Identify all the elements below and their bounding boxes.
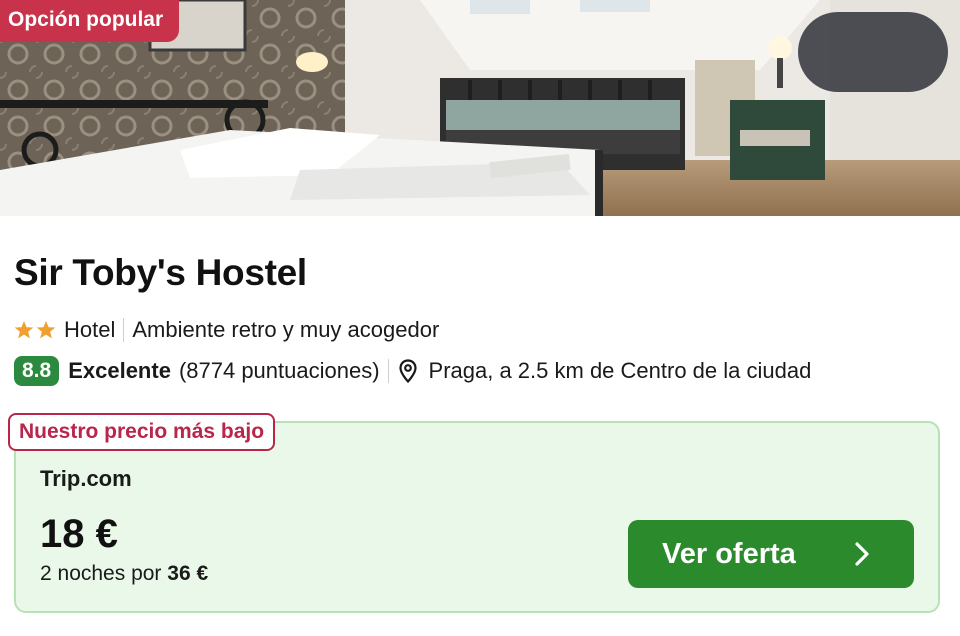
location-text[interactable]: Praga, a 2.5 km de Centro de la ciudad bbox=[429, 358, 812, 384]
score-badge: 8.8 bbox=[14, 356, 60, 386]
photo-actions bbox=[798, 12, 948, 92]
total-price: 36 € bbox=[167, 562, 209, 585]
nightly-price: 18 € bbox=[40, 512, 118, 556]
review-count: (8774 puntuaciones) bbox=[178, 358, 380, 383]
divider bbox=[387, 359, 389, 383]
hotel-tagline: Ambiente retro y muy acogedor bbox=[132, 317, 440, 342]
heart-icon bbox=[798, 12, 960, 216]
total-price-line: 2 noches por 36 € bbox=[40, 562, 208, 586]
star-rating bbox=[14, 320, 56, 340]
hotel-meta: Hotel Ambiente retro y muy acogedor bbox=[14, 316, 439, 344]
location-pin-icon bbox=[398, 359, 417, 383]
divider bbox=[123, 318, 125, 342]
lowest-price-tag: Nuestro precio más bajo bbox=[8, 413, 276, 451]
rating-location: 8.8 Excelente (8774 puntuaciones) Praga,… bbox=[14, 356, 811, 386]
hotel-photo[interactable]: Opción popular bbox=[0, 0, 960, 216]
popular-badge: Opción popular bbox=[0, 0, 180, 42]
rating-label: Excelente bbox=[68, 358, 171, 383]
view-offer-button[interactable]: Ver oferta bbox=[628, 520, 914, 588]
offer-provider: Trip.com bbox=[40, 466, 132, 491]
nights-label: 2 noches por bbox=[40, 562, 162, 585]
view-offer-label: Ver oferta bbox=[662, 537, 796, 570]
star-icon bbox=[36, 321, 56, 339]
star-icon bbox=[14, 321, 34, 339]
hotel-type: Hotel bbox=[64, 317, 116, 342]
favorite-button[interactable] bbox=[878, 24, 934, 80]
chevron-right-icon bbox=[855, 542, 869, 566]
hotel-name[interactable]: Sir Toby's Hostel bbox=[14, 252, 307, 294]
